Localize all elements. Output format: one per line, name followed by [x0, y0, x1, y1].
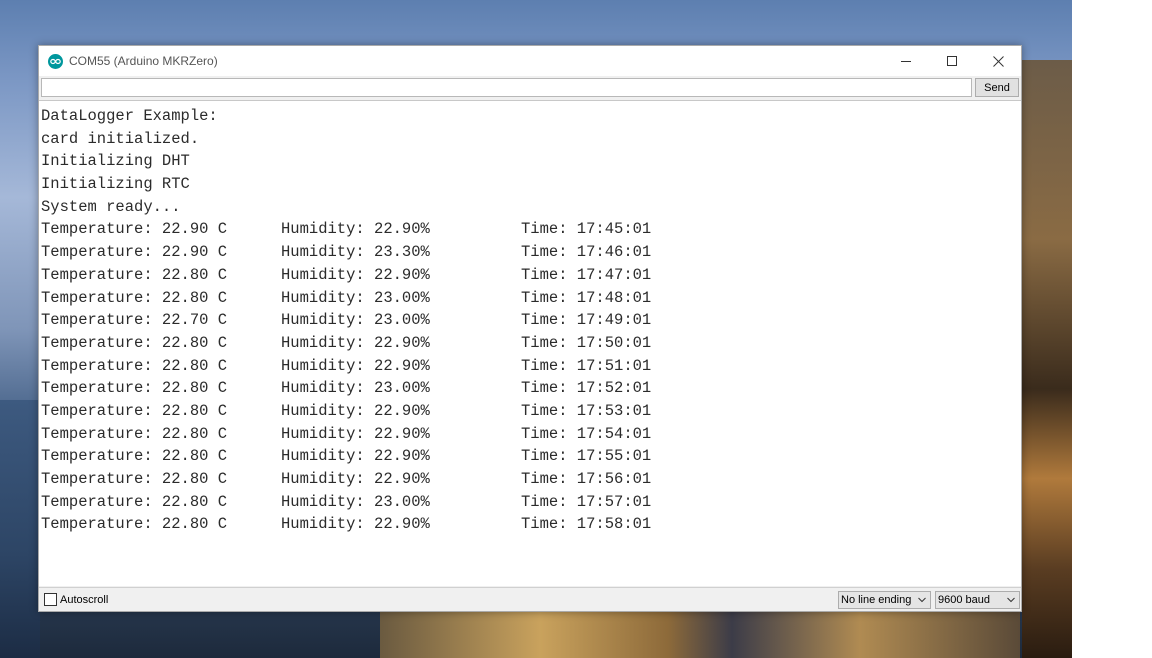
reading-temperature: Temperature: 22.80 C — [41, 515, 228, 534]
serial-input[interactable] — [41, 78, 972, 97]
close-button[interactable] — [975, 46, 1021, 76]
reading-temperature: Temperature: 22.80 C — [41, 265, 228, 284]
reading-humidity: Humidity: 23.00% — [281, 492, 430, 511]
minimize-button[interactable] — [883, 46, 929, 76]
reading-line: Temperature: 22.80 C Humidity: 22.90% Time… — [41, 513, 1021, 536]
output-header-lines: DataLogger Example: card initialized. Init… — [41, 105, 1021, 218]
reading-line: Temperature: 22.80 C Humidity: 22.90% Time… — [41, 264, 1021, 287]
reading-temperature: Temperature: 22.80 C — [41, 356, 228, 375]
reading-time: Time: 17:55:01 — [521, 447, 652, 466]
reading-line: Temperature: 22.90 C Humidity: 23.30% Time… — [41, 241, 1021, 264]
reading-temperature: Temperature: 22.80 C — [41, 333, 228, 352]
chevron-down-icon — [918, 597, 926, 603]
bottom-bar: Autoscroll No line ending 9600 baud — [39, 587, 1021, 611]
send-row: Send — [39, 77, 1021, 99]
maximize-icon — [947, 56, 957, 66]
reading-temperature: Temperature: 22.80 C — [41, 379, 228, 398]
baud-rate-select[interactable]: 9600 baud — [935, 591, 1020, 609]
chevron-down-icon — [1007, 597, 1015, 603]
close-icon — [992, 55, 1004, 67]
autoscroll-toggle[interactable]: Autoscroll — [44, 593, 108, 606]
reading-humidity: Humidity: 22.90% — [281, 333, 430, 352]
autoscroll-checkbox[interactable] — [44, 593, 57, 606]
reading-humidity: Humidity: 22.90% — [281, 265, 430, 284]
reading-time: Time: 17:53:01 — [521, 401, 652, 420]
reading-time: Time: 17:58:01 — [521, 515, 652, 534]
reading-humidity: Humidity: 23.00% — [281, 311, 430, 330]
reading-humidity: Humidity: 23.00% — [281, 379, 430, 398]
reading-temperature: Temperature: 22.90 C — [41, 220, 228, 239]
output-line: Initializing DHT — [41, 152, 190, 171]
reading-time: Time: 17:54:01 — [521, 424, 652, 443]
window-controls — [883, 46, 1021, 76]
reading-line: Temperature: 22.80 C Humidity: 22.90% Time… — [41, 355, 1021, 378]
reading-temperature: Temperature: 22.90 C — [41, 243, 228, 262]
arduino-infinity-icon — [48, 53, 63, 69]
reading-line: Temperature: 22.80 C Humidity: 23.00% Time… — [41, 377, 1021, 400]
reading-humidity: Humidity: 23.00% — [281, 288, 430, 307]
reading-line: Temperature: 22.80 C Humidity: 22.90% Time… — [41, 332, 1021, 355]
reading-humidity: Humidity: 22.90% — [281, 447, 430, 466]
reading-humidity: Humidity: 22.90% — [281, 424, 430, 443]
title-bar[interactable]: COM55 (Arduino MKRZero) — [39, 46, 1021, 76]
reading-humidity: Humidity: 22.90% — [281, 401, 430, 420]
serial-output[interactable]: DataLogger Example: card initialized. Init… — [39, 100, 1021, 586]
send-button[interactable]: Send — [975, 78, 1019, 97]
reading-humidity: Humidity: 22.90% — [281, 220, 430, 239]
reading-time: Time: 17:48:01 — [521, 288, 652, 307]
output-readings: Temperature: 22.90 C Humidity: 22.90% Time… — [41, 218, 1021, 536]
window-title: COM55 (Arduino MKRZero) — [69, 54, 218, 68]
reading-line: Temperature: 22.90 C Humidity: 22.90% Time… — [41, 218, 1021, 241]
output-line: Initializing RTC — [41, 175, 190, 194]
blank-area — [1072, 0, 1152, 658]
minimize-icon — [901, 61, 911, 62]
reading-temperature: Temperature: 22.70 C — [41, 311, 228, 330]
reading-time: Time: 17:49:01 — [521, 311, 652, 330]
reading-temperature: Temperature: 22.80 C — [41, 447, 228, 466]
reading-temperature: Temperature: 22.80 C — [41, 424, 228, 443]
serial-monitor-window: COM55 (Arduino MKRZero) Send DataLogger … — [38, 45, 1022, 612]
baud-rate-value: 9600 baud — [938, 594, 990, 606]
reading-time: Time: 17:51:01 — [521, 356, 652, 375]
reading-temperature: Temperature: 22.80 C — [41, 288, 228, 307]
reading-time: Time: 17:52:01 — [521, 379, 652, 398]
reading-humidity: Humidity: 22.90% — [281, 470, 430, 488]
line-ending-value: No line ending — [841, 594, 912, 606]
output-line: card initialized. — [41, 129, 200, 148]
reading-time: Time: 17:45:01 — [521, 220, 652, 239]
reading-line: Temperature: 22.80 C Humidity: 23.00% Time… — [41, 287, 1021, 310]
reading-temperature: Temperature: 22.80 C — [41, 470, 228, 488]
reading-time: Time: 17:46:01 — [521, 243, 652, 262]
wallpaper-pier — [380, 612, 1020, 658]
reading-line: Temperature: 22.80 C Humidity: 22.90% Time… — [41, 400, 1021, 423]
reading-time: Time: 17:56:01 — [521, 470, 652, 488]
output-line: DataLogger Example: — [41, 107, 218, 125]
reading-temperature: Temperature: 22.80 C — [41, 401, 228, 420]
reading-time: Time: 17:47:01 — [521, 265, 652, 284]
reading-time: Time: 17:57:01 — [521, 492, 652, 511]
reading-line: Temperature: 22.80 C Humidity: 22.90% Time… — [41, 423, 1021, 446]
reading-humidity: Humidity: 22.90% — [281, 356, 430, 375]
output-line: System ready... — [41, 197, 181, 216]
reading-line: Temperature: 22.80 C Humidity: 22.90% Time… — [41, 445, 1021, 468]
wallpaper-sea — [0, 400, 40, 658]
reading-temperature: Temperature: 22.80 C — [41, 492, 228, 511]
reading-humidity: Humidity: 23.30% — [281, 243, 430, 262]
reading-line: Temperature: 22.70 C Humidity: 23.00% Time… — [41, 309, 1021, 332]
autoscroll-label: Autoscroll — [60, 593, 109, 606]
reading-time: Time: 17:50:01 — [521, 333, 652, 352]
maximize-button[interactable] — [929, 46, 975, 76]
wallpaper-hut — [1022, 60, 1072, 658]
reading-line: Temperature: 22.80 C Humidity: 23.00% Time… — [41, 491, 1021, 514]
reading-line: Temperature: 22.80 C Humidity: 22.90% Time… — [41, 468, 1021, 491]
line-ending-select[interactable]: No line ending — [838, 591, 931, 609]
reading-humidity: Humidity: 22.90% — [281, 515, 430, 534]
